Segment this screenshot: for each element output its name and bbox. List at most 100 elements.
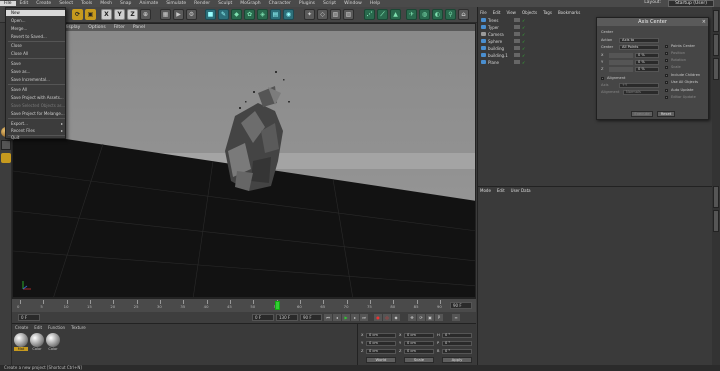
menu-edit[interactable]: Edit bbox=[16, 1, 33, 6]
points-center-checkbox[interactable] bbox=[665, 45, 668, 48]
subdivision-icon[interactable]: ◆ bbox=[231, 9, 242, 20]
render-view-icon[interactable]: ▶ bbox=[173, 9, 184, 20]
position-key-icon[interactable]: ✥ bbox=[408, 314, 416, 321]
y-axis-lock-button[interactable]: Y bbox=[114, 9, 125, 20]
reset-button[interactable]: Reset bbox=[657, 111, 675, 117]
z-slider[interactable] bbox=[609, 67, 633, 72]
points-mode-icon[interactable]: ⋰ bbox=[364, 9, 375, 20]
coord-mode-world-dropdown[interactable]: World bbox=[366, 357, 396, 363]
file-menu-close[interactable]: Close bbox=[6, 43, 65, 49]
menu-snap[interactable]: Snap bbox=[116, 1, 135, 6]
enabled-check-icon[interactable]: ✓ bbox=[522, 32, 525, 37]
material-menu-function[interactable]: Function bbox=[45, 325, 68, 330]
execute-button[interactable]: Execute bbox=[631, 111, 653, 117]
model-mode-icon[interactable]: ◇ bbox=[317, 9, 328, 20]
visibility-toggle-icon[interactable] bbox=[514, 60, 520, 64]
material-swatch[interactable]: Mat bbox=[14, 333, 28, 352]
symmetry-icon[interactable]: ⚲ bbox=[445, 9, 456, 20]
object-row[interactable]: Plane✓ bbox=[481, 59, 591, 65]
objects-side-tab[interactable] bbox=[713, 10, 719, 32]
edges-mode-icon[interactable]: ⟋ bbox=[377, 9, 388, 20]
file-menu-open[interactable]: Open... bbox=[6, 18, 65, 24]
structure-side-tab[interactable] bbox=[713, 58, 719, 80]
menu-script[interactable]: Script bbox=[319, 1, 340, 6]
menu-file[interactable]: File bbox=[0, 1, 16, 6]
preview-min-field[interactable]: 0 F bbox=[252, 314, 274, 321]
objects-menu-view[interactable]: View bbox=[503, 10, 519, 15]
camera-icon[interactable]: ◉ bbox=[283, 9, 294, 20]
menu-window[interactable]: Window bbox=[340, 1, 366, 6]
enabled-check-icon[interactable]: ✓ bbox=[522, 18, 525, 23]
array-icon[interactable]: ✿ bbox=[244, 9, 255, 20]
coord-size-field[interactable]: 0 cm bbox=[404, 341, 434, 346]
playhead[interactable] bbox=[275, 301, 280, 310]
use-all-objects-checkbox[interactable] bbox=[665, 81, 668, 84]
rotation-key-icon[interactable]: ⟳ bbox=[417, 314, 425, 321]
snap-icon[interactable]: ✈ bbox=[406, 9, 417, 20]
object-row[interactable]: Camera✓ bbox=[481, 31, 591, 37]
z-axis-lock-button[interactable]: Z bbox=[127, 9, 138, 20]
file-menu-export[interactable]: Export... bbox=[6, 121, 65, 127]
menu-tools[interactable]: Tools bbox=[77, 1, 96, 6]
tweak-icon[interactable]: ◐ bbox=[432, 9, 443, 20]
z-field[interactable]: 0 % bbox=[635, 67, 659, 72]
menu-select[interactable]: Select bbox=[55, 1, 77, 6]
content-browser-side-tab[interactable] bbox=[713, 34, 719, 56]
x-field[interactable]: 0 % bbox=[635, 53, 659, 58]
visibility-toggle-icon[interactable] bbox=[514, 32, 520, 36]
visibility-toggle-icon[interactable] bbox=[514, 53, 520, 57]
attributes-menu-user-data[interactable]: User Data bbox=[508, 188, 534, 193]
viewport-menu-filter[interactable]: Filter bbox=[110, 25, 129, 30]
timeline-ruler[interactable]: 051015202530354045505560657075808590 90 … bbox=[12, 298, 476, 312]
knife-tool-icon[interactable] bbox=[1, 153, 11, 163]
y-field[interactable]: 0 % bbox=[635, 60, 659, 65]
material-menu-edit[interactable]: Edit bbox=[31, 325, 45, 330]
lock-workplane-icon[interactable]: ⌂ bbox=[458, 9, 469, 20]
menu-render[interactable]: Render bbox=[190, 1, 214, 6]
file-menu-save[interactable]: Save bbox=[6, 61, 65, 67]
start-frame-field[interactable]: 0 F bbox=[18, 314, 40, 321]
include-children-checkbox[interactable] bbox=[665, 74, 668, 77]
action-dropdown[interactable]: Axis to bbox=[619, 38, 659, 43]
material-menu-create[interactable]: Create bbox=[12, 325, 31, 330]
scale-checkbox[interactable] bbox=[665, 66, 668, 69]
object-row[interactable]: building✓ bbox=[481, 45, 591, 51]
alignment-dropdown[interactable]: Normals bbox=[623, 90, 659, 95]
file-menu-quit[interactable]: Quit bbox=[6, 136, 65, 140]
menu-plugins[interactable]: Plugins bbox=[295, 1, 319, 6]
coord-size-field[interactable]: 0 cm bbox=[404, 333, 434, 338]
material-swatch[interactable]: Color bbox=[30, 333, 44, 352]
objects-menu-bookmarks[interactable]: Bookmarks bbox=[555, 10, 583, 15]
position-checkbox[interactable] bbox=[665, 52, 668, 55]
preview-max-field[interactable]: 130 F bbox=[276, 314, 298, 321]
coord-position-field[interactable]: 0 cm bbox=[366, 333, 396, 338]
cube-icon[interactable]: ■ bbox=[205, 9, 216, 20]
polygons-mode-icon[interactable]: ▲ bbox=[390, 9, 401, 20]
visibility-toggle-icon[interactable] bbox=[514, 39, 520, 43]
scene-icon[interactable]: ▤ bbox=[270, 9, 281, 20]
menu-help[interactable]: Help bbox=[366, 1, 384, 6]
play-icon[interactable]: ▶ bbox=[342, 314, 350, 321]
go-to-end-icon[interactable]: ⏭ bbox=[360, 314, 368, 321]
file-menu-save-as[interactable]: Save as... bbox=[6, 69, 65, 75]
object-row[interactable]: building.1✓ bbox=[481, 52, 591, 58]
file-menu-merge[interactable]: Merge... bbox=[6, 26, 65, 32]
objects-menu-tags[interactable]: Tags bbox=[540, 10, 555, 15]
coord-rotation-field[interactable]: 0 ° bbox=[442, 341, 472, 346]
objects-menu-objects[interactable]: Objects bbox=[519, 10, 540, 15]
file-menu-save-incremental[interactable]: Save Incremental... bbox=[6, 77, 65, 83]
scale-key-icon[interactable]: ▣ bbox=[426, 314, 434, 321]
x-slider[interactable] bbox=[609, 53, 633, 58]
deformer-icon[interactable]: ◈ bbox=[257, 9, 268, 20]
y-slider[interactable] bbox=[609, 60, 633, 65]
file-menu-save-for-melange[interactable]: Save Project for Melange... bbox=[6, 111, 65, 117]
object-row[interactable]: Typer✓ bbox=[481, 24, 591, 30]
coord-position-field[interactable]: 0 cm bbox=[366, 341, 396, 346]
coord-mode-scale-dropdown[interactable]: Scale bbox=[404, 357, 434, 363]
rotation-checkbox[interactable] bbox=[665, 59, 668, 62]
end-frame-field[interactable]: 90 F bbox=[300, 314, 322, 321]
autokey-icon[interactable]: ◎ bbox=[383, 314, 391, 321]
attributes-menu-mode[interactable]: Mode bbox=[477, 188, 494, 193]
file-menu-close-all[interactable]: Close All bbox=[6, 51, 65, 57]
menu-animate[interactable]: Animate bbox=[135, 1, 162, 6]
